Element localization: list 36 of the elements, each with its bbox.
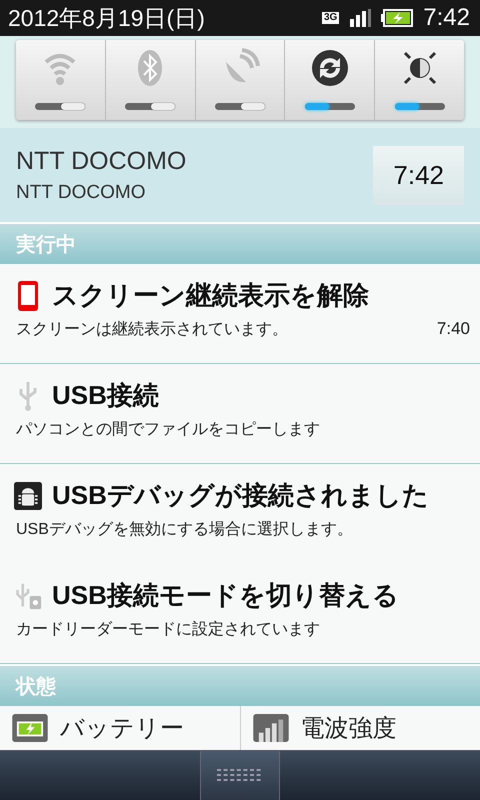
- tile-label: 電波強度: [300, 714, 396, 744]
- status-time: 7:42: [423, 4, 470, 32]
- toggle-switch[interactable]: [394, 103, 445, 110]
- signal-strength-icon: [252, 714, 288, 742]
- drag-handle[interactable]: [200, 751, 280, 800]
- notification-text: カードリーダーモードに設定されています: [16, 620, 320, 640]
- notification-item[interactable]: USBデバッグが接続されました USBデバッグを無効にする場合に選択します。: [0, 464, 480, 564]
- toggle-switch[interactable]: [214, 103, 265, 110]
- network-indicator: 3G: [322, 12, 340, 24]
- battery-charging-icon: [381, 9, 414, 27]
- notification-title: USB接続: [52, 379, 159, 412]
- sync-icon: [310, 48, 350, 88]
- grip-icon: [217, 768, 263, 782]
- notification-text: パソコンとの間でファイルをコピーします: [16, 420, 320, 440]
- notification-text: スクリーンは継続表示されています。: [16, 320, 288, 340]
- notification-text: USBデバッグを無効にする場合に選択します。: [16, 520, 353, 540]
- notification-item[interactable]: スクリーン継続表示を解除 スクリーンは継続表示されています。 7:40: [0, 264, 480, 364]
- status-tile[interactable]: 電波強度: [240, 706, 480, 750]
- section-header: 実行中: [0, 222, 480, 264]
- android-debug-icon: [14, 480, 42, 512]
- carrier-name: NTT DOCOMO: [16, 146, 186, 176]
- notification-item[interactable]: USB接続 パソコンとの間でファイルをコピーします: [0, 364, 480, 464]
- notification-title: スクリーン継続表示を解除: [52, 279, 369, 312]
- tile-label: バッテリー: [60, 714, 184, 744]
- section-header: 状態: [0, 664, 480, 706]
- notification-title: USBデバッグが接続されました: [52, 479, 429, 512]
- status-date: 2012年8月19日(日): [8, 4, 205, 33]
- toggle-switch[interactable]: [304, 103, 355, 110]
- carrier-subname: NTT DOCOMO: [16, 182, 146, 204]
- notification-time: 7:40: [436, 319, 470, 340]
- battery-icon: [12, 714, 48, 742]
- signal-icon: [349, 9, 372, 27]
- notification-title: USB接続モードを切り替える: [52, 579, 399, 612]
- toggle-switch[interactable]: [35, 103, 86, 110]
- toggle-switch[interactable]: [125, 103, 176, 110]
- clock-display: 7:42: [373, 146, 464, 204]
